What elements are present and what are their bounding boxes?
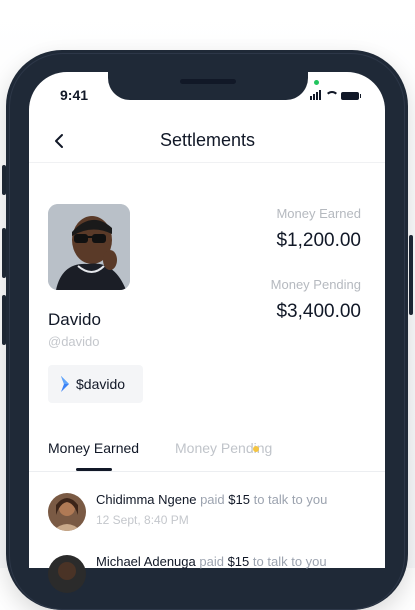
signal-icon — [310, 90, 321, 100]
power-button — [409, 235, 413, 315]
money-pending-label: Money Pending — [270, 277, 361, 292]
pending-indicator-dot — [253, 446, 259, 452]
activity-suffix: to talk to you — [252, 554, 327, 569]
tab-divider — [29, 471, 385, 472]
battery-icon — [341, 92, 361, 100]
wifi-icon — [325, 91, 339, 100]
profile-handle: @davido — [48, 334, 100, 349]
phone-notch — [108, 72, 308, 100]
payer-name: Chidimma Ngene — [96, 492, 197, 507]
activity-suffix: to talk to you — [253, 492, 328, 507]
amount: $15 — [227, 554, 250, 569]
cashtag-label: $davido — [76, 376, 126, 392]
cashtag-chip[interactable]: $davido — [48, 365, 143, 403]
payer-avatar — [48, 555, 86, 593]
paid-word: paid — [199, 554, 224, 569]
money-pending-value: $3,400.00 — [276, 301, 361, 322]
status-time: 9:41 — [60, 87, 89, 103]
tab-money-earned[interactable]: Money Earned — [48, 440, 139, 456]
money-earned-label: Money Earned — [276, 206, 361, 221]
tab-bar: Money Earned Money Pending — [29, 432, 385, 472]
paid-word: paid — [200, 492, 225, 507]
amount: $15 — [228, 492, 250, 507]
status-icons — [310, 90, 361, 100]
activity-text: Chidimma Ngene paid $15 to talk to you — [96, 492, 376, 507]
profile-name: Davido — [48, 310, 101, 329]
payer-name: Michael Adenuga — [96, 554, 196, 569]
activity-time: 12 Sept, 8:40 PM — [96, 513, 189, 527]
header-divider — [29, 162, 385, 163]
activity-text: Michael Adenuga paid $15 to talk to you — [96, 554, 376, 569]
page-title: Settlements — [159, 130, 256, 150]
camera-indicator — [314, 80, 319, 85]
brand-logo-icon — [61, 376, 69, 392]
payer-avatar — [48, 493, 86, 531]
money-earned-value: $1,200.00 — [276, 230, 361, 251]
profile-avatar — [48, 204, 130, 290]
speaker-grille — [180, 79, 236, 84]
